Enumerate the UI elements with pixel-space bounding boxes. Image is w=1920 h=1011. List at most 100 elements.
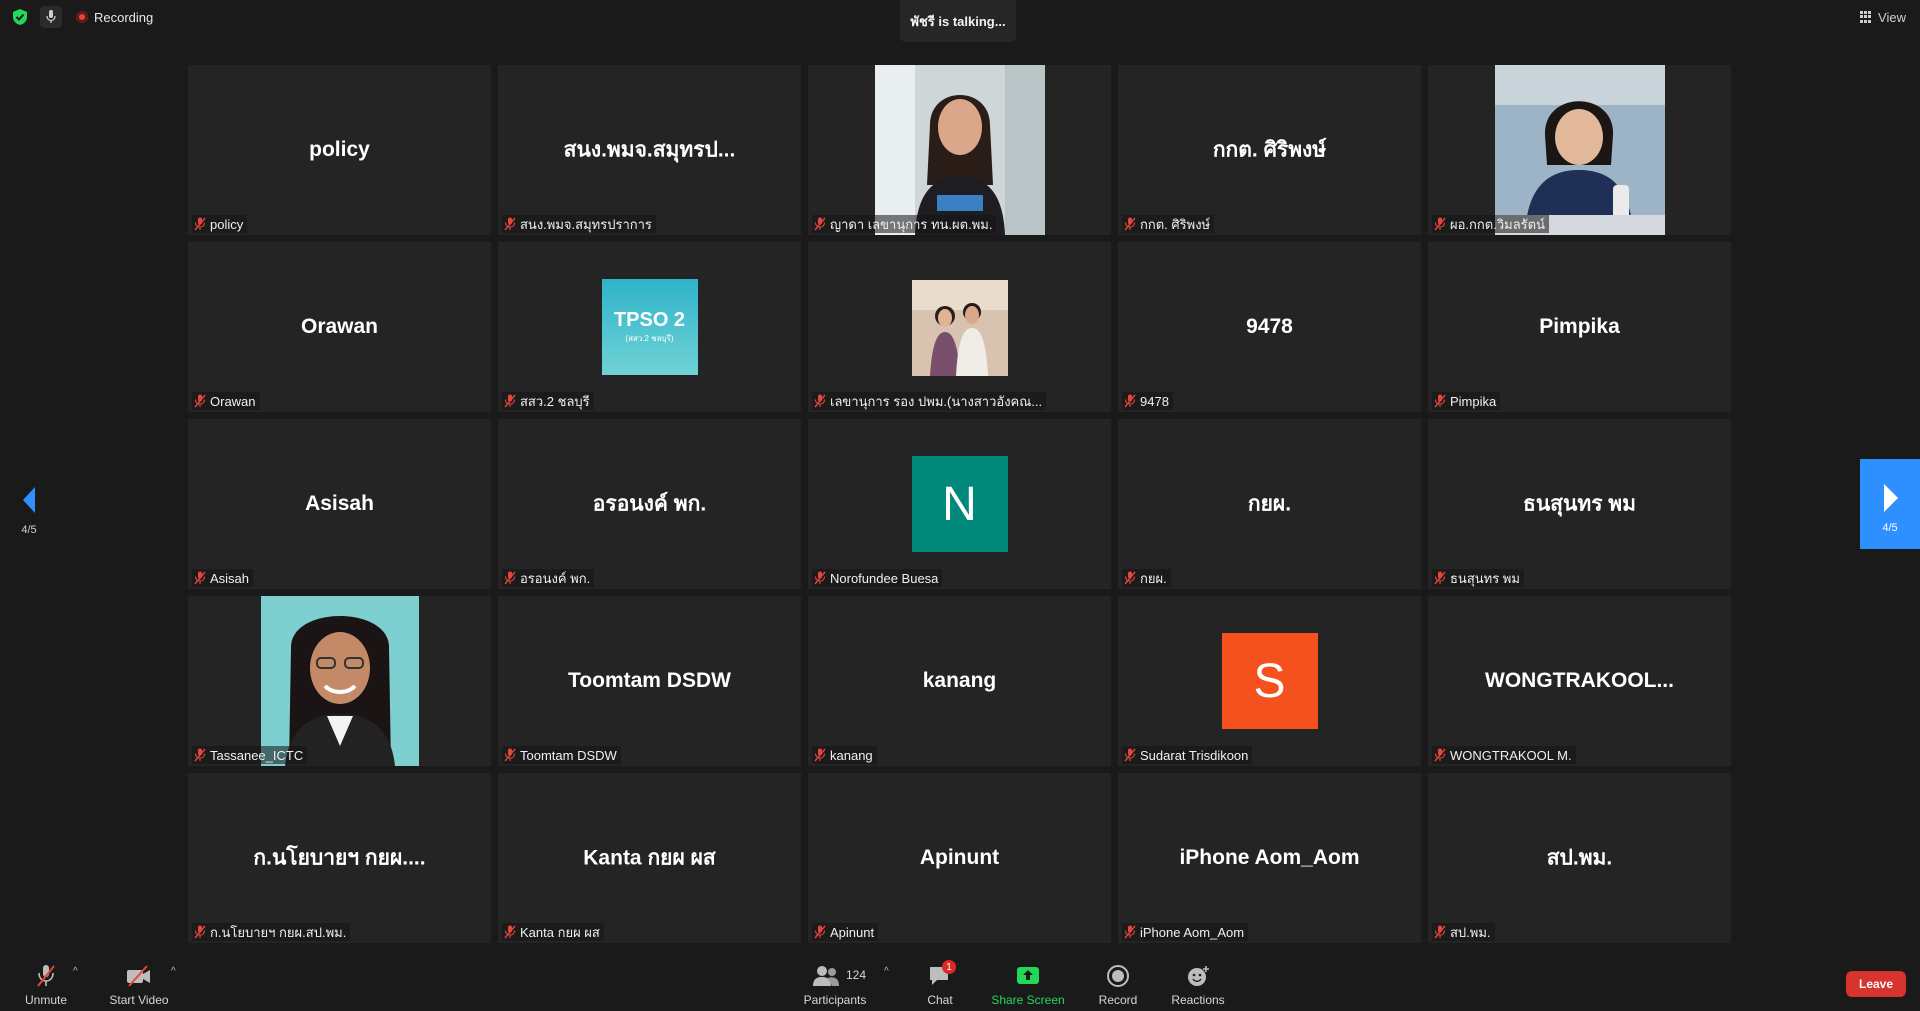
logo-text: TPSO 2	[613, 309, 686, 331]
participant-display-name: 9478	[1246, 315, 1293, 338]
participant-tile[interactable]: Asisah Asisah	[188, 419, 491, 589]
participant-name-label: Orawan	[192, 392, 260, 410]
unmute-label: Unmute	[24, 993, 68, 1007]
participant-tile[interactable]: Pimpika Pimpika	[1428, 242, 1731, 412]
participant-name: สนง.พมจ.สมุทรปราการ	[520, 216, 652, 232]
previous-page-button[interactable]: 4/5	[14, 485, 44, 545]
participant-tile[interactable]: N Norofundee Buesa	[808, 419, 1111, 589]
record-icon	[1107, 965, 1129, 987]
start-video-label: Start Video	[109, 993, 169, 1007]
participant-initial-avatar: S	[1221, 633, 1318, 729]
security-shield-icon[interactable]	[12, 8, 28, 26]
participant-tile[interactable]: ญาดา เลขานุการ ทน.ผต.พม.	[808, 65, 1111, 235]
participant-name: Asisah	[210, 570, 250, 586]
audio-options-chevron-icon[interactable]: ^	[73, 966, 78, 977]
participant-tile[interactable]: กกต. ศิริพงษ์ กกต. ศิริพงษ์	[1118, 65, 1421, 235]
participant-name: ธนสุนทร พม	[1450, 570, 1520, 586]
meeting-toolbar: Unmute ^ Start Video ^ 124 Participants …	[0, 952, 1920, 1011]
gallery-grid: policy policy สนง.พมจ.สมุทรป... สนง.พมจ.สมุ…	[188, 65, 1732, 943]
unmute-button[interactable]: Unmute	[18, 952, 74, 1011]
muted-microphone-icon	[504, 394, 516, 408]
participant-tile[interactable]: กยผ. กยผ.	[1118, 419, 1421, 589]
participant-display-name: iPhone Aom_Aom	[1179, 846, 1360, 869]
participant-name-label: กยผ.	[1122, 569, 1171, 587]
participant-name: Toomtam DSDW	[520, 747, 617, 763]
participant-name: Pimpika	[1450, 393, 1497, 409]
view-button[interactable]: View	[1860, 8, 1906, 26]
participant-tile[interactable]: อรอนงค์ พก. อรอนงค์ พก.	[498, 419, 801, 589]
participant-tile[interactable]: Orawan Orawan	[188, 242, 491, 412]
logo-subtext: (สสว.2 ชลบุรี)	[625, 334, 674, 343]
participant-display-name: Kanta กยผ ผส	[583, 846, 716, 870]
chat-label: Chat	[927, 993, 953, 1007]
participant-tile[interactable]: Tassanee_ICTC	[188, 596, 491, 766]
participant-tile[interactable]: ก.นโยบายฯ กยผ.... ก.นโยบายฯ กยผ.สป.พม.	[188, 773, 491, 943]
participants-button[interactable]: 124 Participants	[800, 952, 870, 1011]
participant-tile[interactable]: Toomtam DSDW Toomtam DSDW	[498, 596, 801, 766]
video-off-icon	[127, 965, 150, 987]
muted-microphone-icon	[814, 217, 826, 231]
participant-tile[interactable]: policy policy	[188, 65, 491, 235]
participant-name: ญาดา เลขานุการ ทน.ผต.พม.	[830, 216, 993, 232]
participant-tile[interactable]: สป.พม. สป.พม.	[1428, 773, 1731, 943]
participant-tile[interactable]: เลขานุการ รอง ปพม.(นางสาวอังคณ...	[808, 242, 1111, 412]
arrow-right-icon	[1884, 484, 1898, 512]
participant-tile[interactable]: WONGTRAKOOL... WONGTRAKOOL M.	[1428, 596, 1731, 766]
muted-microphone-icon	[1434, 394, 1446, 408]
participant-display-name: WONGTRAKOOL...	[1485, 669, 1674, 692]
video-options-chevron-icon[interactable]: ^	[171, 966, 176, 977]
participant-tile[interactable]: ผอ.กกต.วิมลรัตน์	[1428, 65, 1731, 235]
participant-name-label: 9478	[1122, 392, 1173, 410]
participant-name-label: ผอ.กกต.วิมลรัตน์	[1432, 215, 1549, 233]
muted-microphone-icon	[1434, 925, 1446, 939]
participant-tile[interactable]: Kanta กยผ ผส Kanta กยผ ผส	[498, 773, 801, 943]
leave-button[interactable]: Leave	[1846, 971, 1906, 997]
participant-name: 9478	[1140, 393, 1169, 409]
participant-display-name: กยผ.	[1247, 492, 1292, 516]
participant-tile[interactable]: 9478 9478	[1118, 242, 1421, 412]
participant-tile[interactable]: Apinunt Apinunt	[808, 773, 1111, 943]
participant-name: สสว.2 ชลบุรี	[520, 393, 590, 409]
recording-indicator[interactable]: Recording	[76, 8, 153, 26]
recording-dot-icon	[76, 11, 88, 23]
page-indicator-right: 4/5	[1882, 522, 1898, 534]
participant-tile[interactable]: สนง.พมจ.สมุทรป... สนง.พมจ.สมุทรปราการ	[498, 65, 801, 235]
participant-display-name: สป.พม.	[1546, 846, 1613, 870]
participant-display-name: อรอนงค์ พก.	[592, 492, 707, 516]
muted-microphone-icon	[1434, 571, 1446, 585]
participant-tile[interactable]: S Sudarat Trisdikoon	[1118, 596, 1421, 766]
participant-display-name: กกต. ศิริพงษ์	[1212, 138, 1327, 162]
next-page-button[interactable]: 4/5	[1860, 459, 1920, 549]
reactions-button[interactable]: Reactions	[1170, 952, 1226, 1011]
share-screen-button[interactable]: Share Screen	[991, 952, 1065, 1011]
participant-name: kanang	[830, 747, 873, 763]
participant-name-label: สสว.2 ชลบุรี	[502, 392, 594, 410]
participant-name-label: Kanta กยผ ผส	[502, 923, 604, 941]
muted-microphone-icon	[1124, 925, 1136, 939]
participant-name: กยผ.	[1140, 570, 1167, 586]
record-button[interactable]: Record	[1096, 952, 1140, 1011]
muted-microphone-icon	[1434, 217, 1446, 231]
participant-name-label: กกต. ศิริพงษ์	[1122, 215, 1215, 233]
participant-name-label: ญาดา เลขานุการ ทน.ผต.พม.	[812, 215, 997, 233]
participant-tile[interactable]: kanang kanang	[808, 596, 1111, 766]
arrow-left-icon	[23, 487, 35, 513]
participants-icon	[813, 966, 839, 986]
audio-status-icon[interactable]	[40, 6, 62, 28]
participants-options-chevron-icon[interactable]: ^	[884, 966, 889, 977]
start-video-button[interactable]: Start Video	[106, 952, 172, 1011]
chat-button[interactable]: 1 Chat	[920, 952, 960, 1011]
participant-tile[interactable]: iPhone Aom_Aom iPhone Aom_Aom	[1118, 773, 1421, 943]
chat-unread-badge: 1	[942, 960, 956, 974]
participant-tile[interactable]: TPSO 2 (สสว.2 ชลบุรี) สสว.2 ชลบุรี	[498, 242, 801, 412]
participant-name: เลขานุการ รอง ปพม.(นางสาวอังคณ...	[830, 393, 1043, 409]
muted-microphone-icon	[194, 748, 206, 762]
participant-name: อรอนงค์ พก.	[520, 570, 591, 586]
participant-tile[interactable]: ธนสุนทร พม ธนสุนทร พม	[1428, 419, 1731, 589]
participant-name-label: policy	[192, 215, 248, 233]
participant-name: ผอ.กกต.วิมลรัตน์	[1450, 216, 1545, 232]
participant-name-label: เลขานุการ รอง ปพม.(นางสาวอังคณ...	[812, 392, 1047, 410]
muted-microphone-icon	[194, 394, 206, 408]
participant-name-label: Pimpika	[1432, 392, 1501, 410]
muted-microphone-icon	[814, 925, 826, 939]
